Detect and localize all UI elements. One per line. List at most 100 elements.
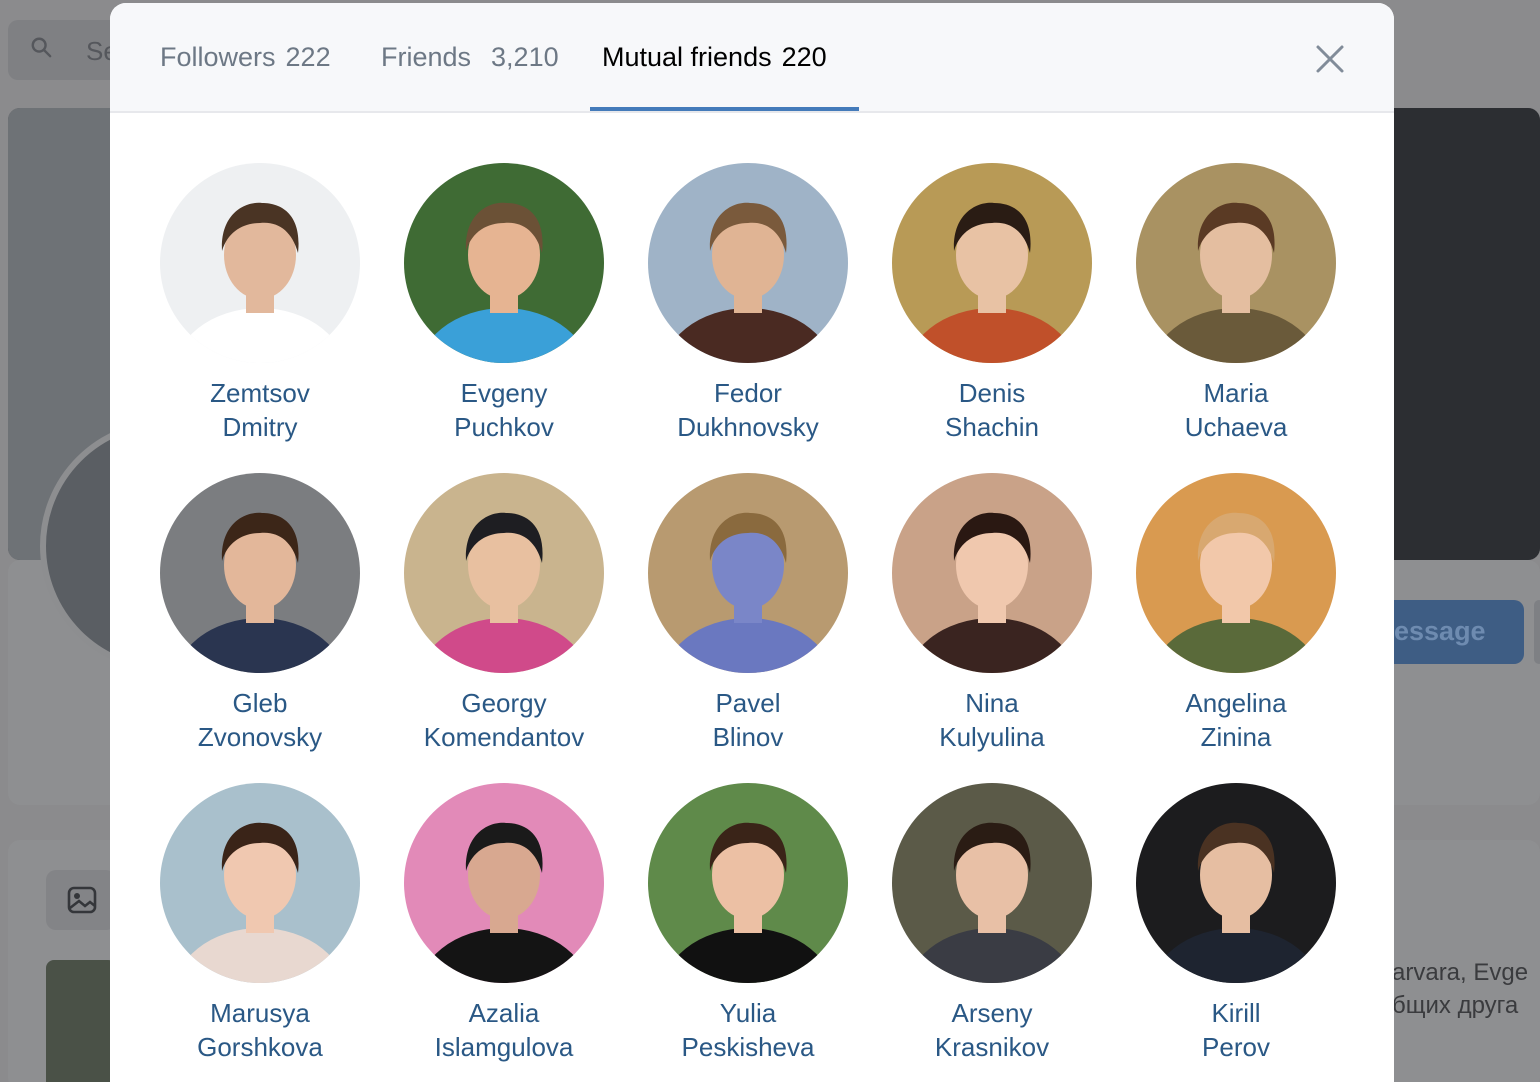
friend-last-name: Puchkov [454, 412, 554, 442]
friend-first-name: Yulia [719, 998, 777, 1028]
friend-avatar[interactable] [160, 473, 360, 673]
friend-avatar[interactable] [892, 473, 1092, 673]
friend-card[interactable]: Angelina Zinina [1136, 473, 1336, 783]
friend-name[interactable]: Georgy Komendantov [404, 686, 604, 754]
tab-count: 220 [781, 42, 827, 72]
friend-card[interactable]: Maria Uchaeva [1136, 163, 1336, 473]
avatar-photo [404, 783, 604, 983]
friend-avatar[interactable] [404, 473, 604, 673]
friend-card[interactable]: Fedor Dukhnovsky [648, 163, 848, 473]
friend-last-name: Komendantov [423, 722, 585, 752]
friend-last-name: Islamgulova [434, 1032, 574, 1062]
close-icon[interactable] [1310, 39, 1350, 79]
friend-card[interactable]: Nina Kulyulina [892, 473, 1092, 783]
message-button[interactable]: essage [1380, 600, 1524, 664]
friend-last-name: Zinina [1200, 722, 1272, 752]
friend-avatar[interactable] [160, 783, 360, 983]
friend-avatar[interactable] [648, 163, 848, 363]
friend-name[interactable]: Marusya Gorshkova [160, 996, 360, 1064]
friend-last-name: Peskisheva [681, 1032, 815, 1062]
friend-card[interactable]: Yulia Peskisheva [648, 783, 848, 1082]
friend-name[interactable]: Azalia Islamgulova [404, 996, 604, 1064]
friend-card[interactable]: Azalia Islamgulova [404, 783, 604, 1082]
friend-avatar[interactable] [648, 473, 848, 673]
friend-avatar[interactable] [160, 163, 360, 363]
tab-bar: Followers 222 Friends 3,210 Mutual friends… [110, 3, 1394, 113]
avatar-photo [648, 783, 848, 983]
active-tab-indicator [590, 107, 859, 111]
friend-last-name: Dmitry [222, 412, 298, 442]
message-button-label: essage [1394, 616, 1486, 646]
friend-first-name: Angelina [1185, 688, 1287, 718]
friend-avatar[interactable] [892, 783, 1092, 983]
friend-last-name: Gorshkova [197, 1032, 323, 1062]
friend-card[interactable]: Georgy Komendantov [404, 473, 604, 783]
avatar-photo [160, 473, 360, 673]
friend-last-name: Zvonovsky [197, 722, 323, 752]
avatar-photo [1136, 783, 1336, 983]
friend-name[interactable]: Kirill Perov [1136, 996, 1336, 1064]
avatar-photo [648, 163, 848, 363]
friend-card[interactable]: Kirill Perov [1136, 783, 1336, 1082]
friend-name[interactable]: Yulia Peskisheva [648, 996, 848, 1064]
friend-name[interactable]: Evgeny Puchkov [404, 376, 604, 444]
friend-first-name: Azalia [468, 998, 540, 1028]
friend-card[interactable]: Arseny Krasnikov [892, 783, 1092, 1082]
friend-name[interactable]: Angelina Zinina [1136, 686, 1336, 754]
friend-name[interactable]: Fedor Dukhnovsky [648, 376, 848, 444]
friend-last-name: Dukhnovsky [677, 412, 819, 442]
friend-name[interactable]: Gleb Zvonovsky [160, 686, 360, 754]
mutual-friends-summary: arvara, Evge бщих друга [1392, 959, 1529, 1019]
search-icon [31, 37, 52, 58]
friend-first-name: Georgy [461, 688, 547, 718]
tab-friends[interactable]: Friends 3,210 [381, 3, 559, 111]
friend-first-name: Fedor [714, 378, 782, 408]
friend-last-name: Perov [1202, 1032, 1270, 1062]
friend-card[interactable]: Pavel Blinov [648, 473, 848, 783]
friend-card[interactable]: Denis Shachin [892, 163, 1092, 473]
tab-count: 3,210 [491, 42, 559, 72]
friend-avatar[interactable] [404, 783, 604, 983]
avatar-photo [160, 783, 360, 983]
avatar-photo [892, 783, 1092, 983]
friend-last-name: Blinov [712, 722, 784, 752]
friends-grid: Zemtsov Dmitry Evgeny Puchkov Fedor Dukhnovsk… [160, 163, 1336, 1082]
avatar-photo [648, 473, 848, 673]
friend-avatar[interactable] [1136, 783, 1336, 983]
friend-card[interactable]: Evgeny Puchkov [404, 163, 604, 473]
friend-avatar[interactable] [1136, 163, 1336, 363]
tab-mutual-friends[interactable]: Mutual friends 220 [602, 3, 827, 111]
more-button[interactable] [1534, 600, 1540, 664]
avatar-photo [1136, 473, 1336, 673]
avatar-photo [404, 163, 604, 363]
friend-name[interactable]: Arseny Krasnikov [892, 996, 1092, 1064]
friend-card[interactable]: Zemtsov Dmitry [160, 163, 360, 473]
avatar-photo [892, 163, 1092, 363]
friend-avatar[interactable] [648, 783, 848, 983]
friend-avatar[interactable] [404, 163, 604, 363]
friend-card[interactable]: Marusya Gorshkova [160, 783, 360, 1082]
friend-last-name: Krasnikov [934, 1032, 1050, 1062]
friend-first-name: Nina [965, 688, 1019, 718]
friend-card[interactable]: Gleb Zvonovsky [160, 473, 360, 783]
friend-name[interactable]: Pavel Blinov [648, 686, 848, 754]
friend-first-name: Maria [1203, 378, 1269, 408]
tab-followers[interactable]: Followers 222 [160, 3, 331, 111]
post-image [46, 960, 116, 1082]
friend-last-name: Uchaeva [1184, 412, 1288, 442]
friends-modal: Followers 222 Friends 3,210 Mutual friends… [110, 3, 1394, 1082]
friend-first-name: Zemtsov [210, 378, 310, 408]
friend-name[interactable]: Denis Shachin [892, 376, 1092, 444]
friend-name[interactable]: Zemtsov Dmitry [160, 376, 360, 444]
add-photo-button[interactable] [46, 870, 116, 930]
friend-avatar[interactable] [892, 163, 1092, 363]
avatar-photo [404, 473, 604, 673]
friend-first-name: Evgeny [460, 378, 548, 408]
friend-name[interactable]: Maria Uchaeva [1136, 376, 1336, 444]
friend-first-name: Gleb [232, 688, 288, 718]
friend-last-name: Shachin [945, 412, 1039, 442]
friend-avatar[interactable] [1136, 473, 1336, 673]
friend-name[interactable]: Nina Kulyulina [892, 686, 1092, 754]
friend-first-name: Pavel [715, 688, 781, 718]
avatar-photo [892, 473, 1092, 673]
